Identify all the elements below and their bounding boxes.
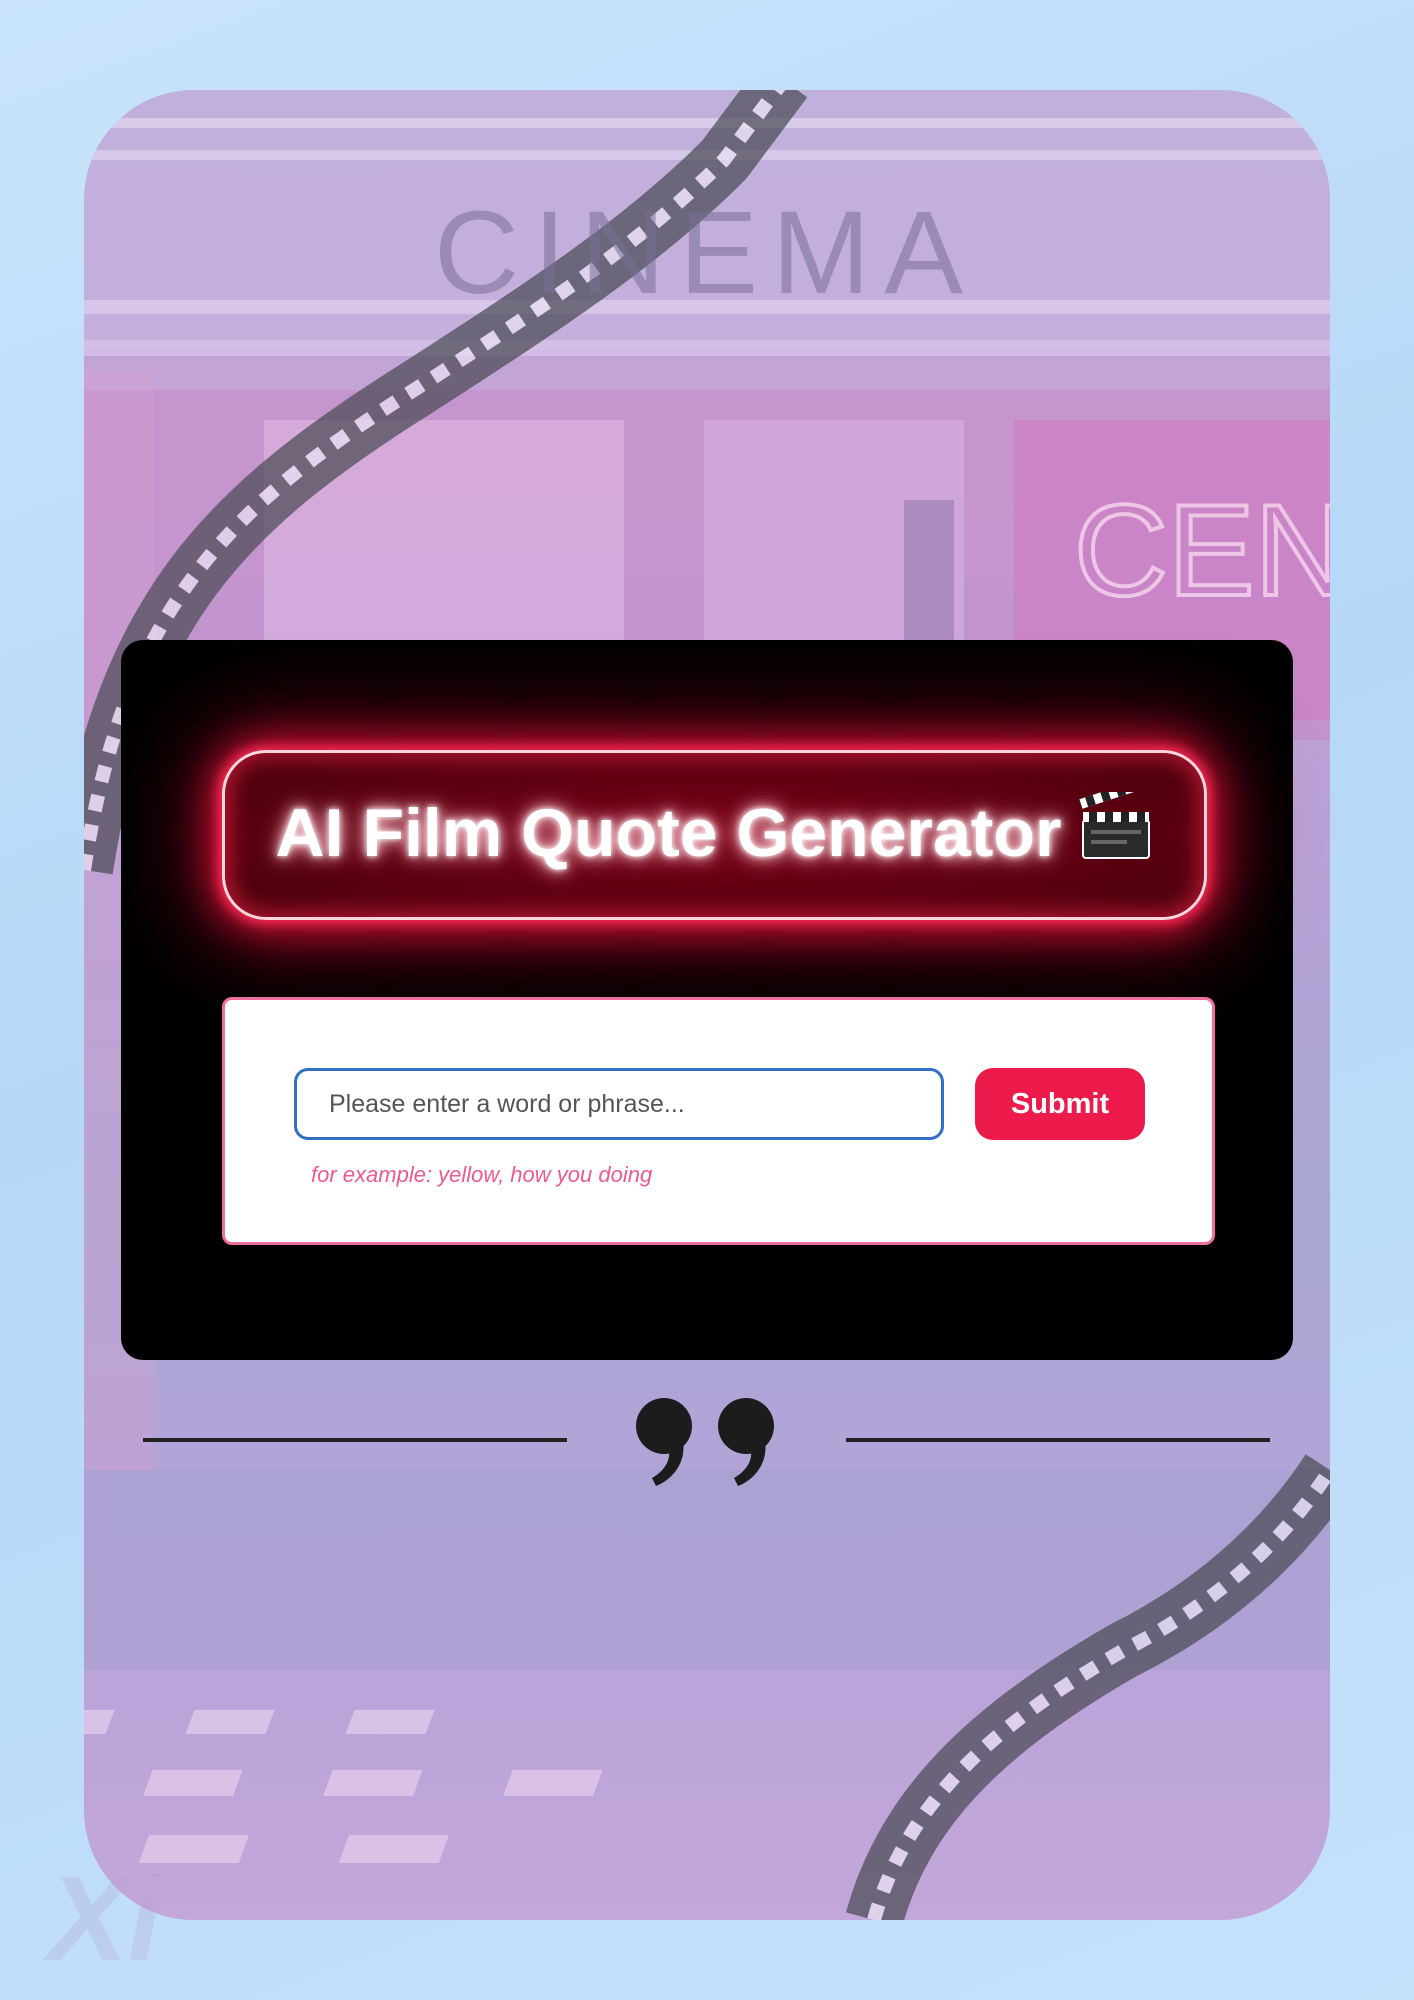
divider-line-right	[846, 1438, 1270, 1442]
divider-line-left	[143, 1438, 567, 1442]
page-title: AI Film Quote Generator	[276, 778, 1154, 878]
watermark-logo: Xi	[48, 1852, 162, 1986]
submit-button[interactable]: Submit	[975, 1068, 1145, 1140]
quote-mark-icon	[630, 1396, 784, 1493]
input-hint: for example: yellow, how you doing	[311, 1162, 653, 1187]
neon-sign-text: CEN	[1074, 477, 1330, 623]
quote-form: Submit for example: yellow, how you doin…	[222, 997, 1215, 1245]
neon-title-box: AI Film Quote Generator	[222, 750, 1207, 920]
clapperboard-icon	[1077, 778, 1153, 878]
cinema-marquee-text: CINEMA	[434, 187, 977, 319]
generator-panel: AI Film Quote Generator Submit for examp…	[121, 640, 1293, 1360]
word-phrase-input[interactable]	[294, 1068, 944, 1140]
